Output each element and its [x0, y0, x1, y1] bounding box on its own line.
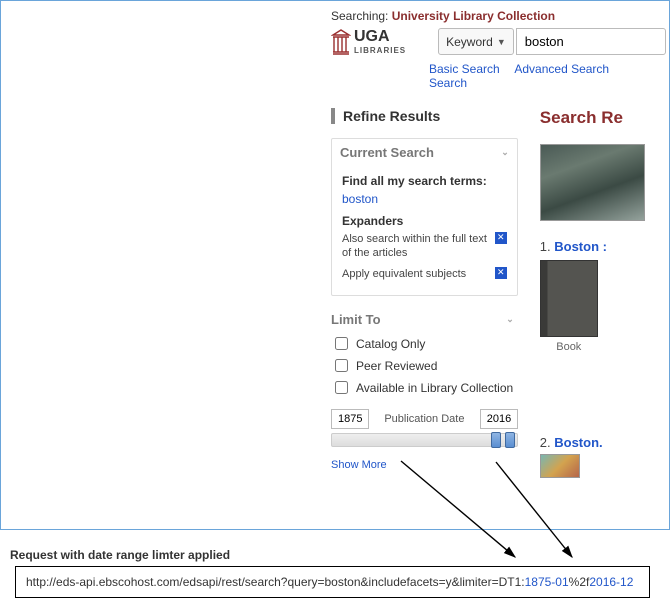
- expander-row: Apply equivalent subjects ✕: [342, 267, 507, 281]
- searching-label: Searching: University Library Collection: [331, 9, 659, 23]
- limit-checkbox-catalog[interactable]: [335, 337, 348, 350]
- find-terms-label: Find all my search terms:: [342, 174, 507, 188]
- expander-row: Also search within the full text of the …: [342, 232, 507, 261]
- date-slider[interactable]: [331, 433, 518, 447]
- chevron-down-icon: ⌄: [501, 147, 509, 158]
- logo-sub-text: LIBRARIES: [354, 46, 406, 55]
- search-term-link[interactable]: boston: [342, 192, 507, 206]
- uga-logo: UGA LIBRARIES: [331, 28, 406, 56]
- expander-label: Also search within the full text of the …: [342, 232, 491, 261]
- result-number: 2.: [540, 435, 554, 450]
- current-search-title: Current Search: [340, 145, 434, 160]
- result-number: 1.: [540, 239, 554, 254]
- slider-handle-to[interactable]: [505, 432, 515, 448]
- refine-results-title: Refine Results: [331, 108, 518, 124]
- current-search-panel: Current Search ⌄ Find all my search term…: [331, 138, 518, 296]
- limit-row: Peer Reviewed: [331, 355, 518, 377]
- show-more-link[interactable]: Show More: [331, 459, 518, 471]
- slider-handle-from[interactable]: [491, 432, 501, 448]
- date-from-input[interactable]: [331, 409, 369, 429]
- chevron-down-icon: ⌄: [506, 314, 514, 325]
- limit-row: Available in Library Collection: [331, 377, 518, 399]
- current-search-header[interactable]: Current Search ⌄: [332, 139, 517, 166]
- result-item-1: 1. Boston :: [540, 239, 659, 254]
- search-input[interactable]: [516, 28, 666, 55]
- url-part: %2f: [569, 575, 590, 589]
- dropdown-label: Keyword: [446, 35, 493, 49]
- footer-caption: Request with date range limter applied: [10, 548, 672, 562]
- search-results-title: Search Re: [540, 108, 659, 128]
- result-link-2[interactable]: Boston.: [554, 435, 602, 450]
- result-thumb-2: [540, 454, 580, 478]
- result-item-2: 2. Boston.: [540, 435, 659, 450]
- expander-label: Apply equivalent subjects: [342, 267, 466, 281]
- limit-label: Available in Library Collection: [356, 381, 513, 395]
- collection-name: University Library Collection: [392, 9, 555, 23]
- url-highlight-from: 1875-01: [525, 575, 569, 589]
- hero-image: [540, 144, 645, 221]
- limit-label: Catalog Only: [356, 337, 425, 351]
- searching-prefix: Searching:: [331, 9, 392, 23]
- advanced-search-link[interactable]: Advanced Search: [514, 62, 609, 76]
- request-url-box: http://eds-api.ebscohost.com/edsapi/rest…: [15, 566, 650, 598]
- book-cover-image: [540, 260, 598, 337]
- chevron-down-icon: ▼: [497, 37, 506, 47]
- limit-checkbox-peer[interactable]: [335, 359, 348, 372]
- url-part: http://eds-api.ebscohost.com/edsapi/rest…: [26, 575, 525, 589]
- limit-checkbox-available[interactable]: [335, 381, 348, 394]
- limit-to-title: Limit To: [331, 312, 381, 327]
- date-range-label: Publication Date: [375, 413, 474, 425]
- pillars-icon: [331, 28, 351, 56]
- url-highlight-to: 2016-12: [589, 575, 633, 589]
- date-to-input[interactable]: [480, 409, 518, 429]
- logo-main-text: UGA: [354, 28, 390, 45]
- limit-row: Catalog Only: [331, 333, 518, 355]
- limit-label: Peer Reviewed: [356, 359, 437, 373]
- search-field-dropdown[interactable]: Keyword ▼: [438, 28, 514, 55]
- basic-search-link[interactable]: Basic Search: [429, 62, 500, 76]
- result-link-1[interactable]: Boston :: [554, 239, 607, 254]
- result-type-caption: Book: [540, 341, 598, 353]
- search-link[interactable]: Search: [429, 76, 467, 90]
- remove-expander-icon[interactable]: ✕: [495, 232, 507, 244]
- expanders-title: Expanders: [342, 214, 507, 228]
- limit-to-header[interactable]: Limit To ⌄: [331, 306, 518, 333]
- remove-expander-icon[interactable]: ✕: [495, 267, 507, 279]
